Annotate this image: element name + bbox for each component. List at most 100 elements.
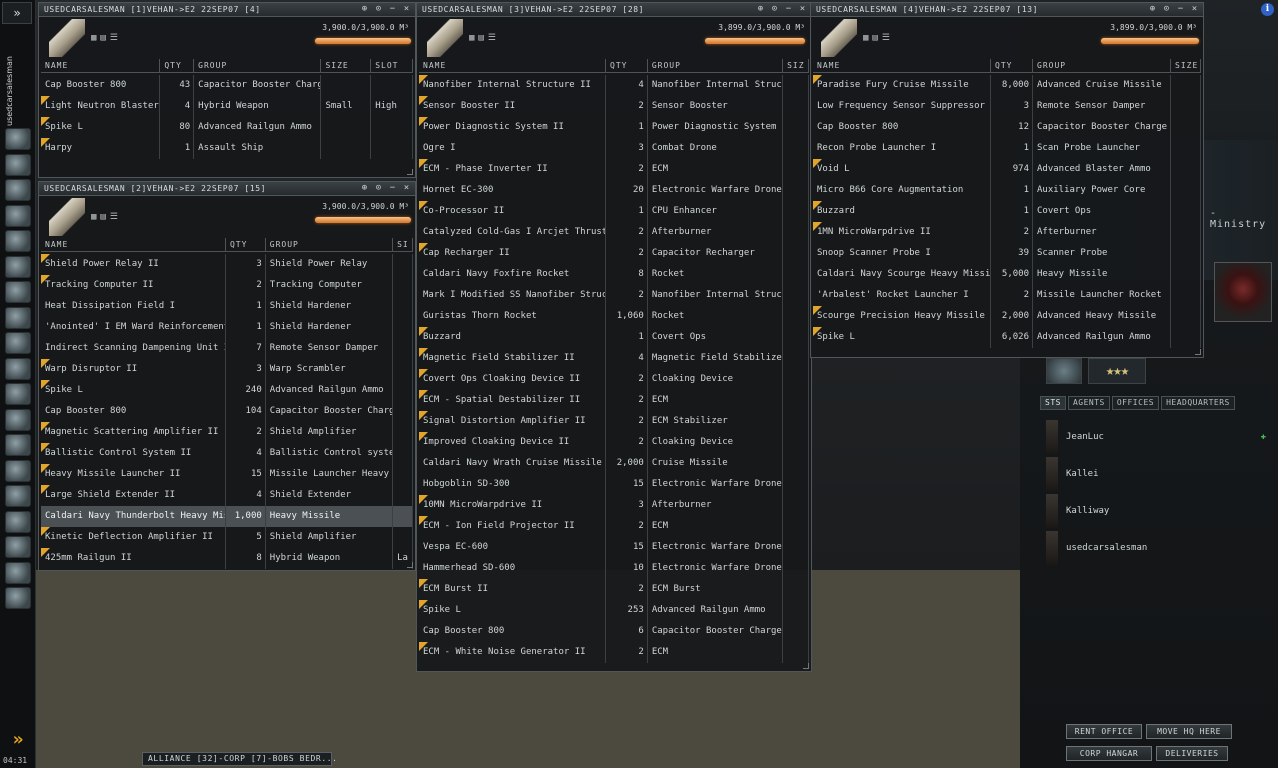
item-row[interactable]: Heat Dissipation Field I 1 Shield Hardener — [41, 296, 414, 317]
item-row[interactable]: Snoop Scanner Probe I 39 Scanner Probe — [813, 243, 1201, 264]
column-slot[interactable]: SLOT — [371, 59, 413, 72]
guest-row[interactable]: Kalliway — [1046, 492, 1276, 529]
pin-icon[interactable]: ⊕ — [359, 183, 370, 194]
window-title-bar[interactable]: USEDCARSALESMAN [4]VEHAN->E2 22SEP07 [13… — [811, 3, 1203, 17]
alliance-chat-tab[interactable]: ALLIANCE [32]-CORP [7]-BOBS BEDR... — [142, 752, 337, 766]
ships-icon[interactable] — [5, 332, 31, 354]
journal-icon[interactable] — [5, 408, 31, 431]
item-row[interactable]: Void L 974 Advanced Blaster Ammo — [813, 159, 1201, 180]
rent-office-button[interactable]: RENT OFFICE — [1066, 724, 1142, 739]
fitting-icon[interactable] — [5, 281, 31, 303]
item-row[interactable]: ECM - White Noise Generator II 2 ECM — [419, 642, 809, 663]
window-title-bar[interactable]: USEDCARSALESMAN [3]VEHAN->E2 22SEP07 [28… — [417, 3, 811, 17]
item-row[interactable]: ECM - Ion Field Projector II 2 ECM — [419, 516, 809, 537]
item-row[interactable]: Spike L 6,026 Advanced Railgun Ammo — [813, 327, 1201, 348]
resize-handle[interactable] — [803, 663, 809, 669]
collapse-icon[interactable]: − — [387, 183, 398, 194]
item-row[interactable]: ECM Burst II 2 ECM Burst — [419, 579, 809, 600]
column-group[interactable]: GROUP — [266, 238, 394, 251]
notepad-icon[interactable] — [5, 179, 31, 201]
item-row[interactable]: Harpy 1 Assault Ship — [41, 138, 413, 159]
column-group[interactable]: GROUP — [194, 59, 322, 72]
column-qty[interactable]: QTY — [226, 238, 266, 251]
tab-agents[interactable]: AGENTS — [1067, 396, 1110, 410]
item-row[interactable]: Guristas Thorn Rocket 1,060 Rocket — [419, 306, 809, 327]
guest-row[interactable]: Kallei — [1046, 455, 1276, 492]
guest-row[interactable]: JeanLuc ✚ — [1046, 418, 1276, 455]
assets-icon[interactable] — [5, 357, 31, 380]
collapse-icon[interactable]: − — [387, 4, 398, 15]
window-title-bar[interactable]: USEDCARSALESMAN [2]VEHAN->E2 22SEP07 [15… — [39, 182, 415, 196]
item-row[interactable]: Caldari Navy Wrath Cruise Missile 2,000 Cr… — [419, 453, 809, 474]
column-name[interactable]: NAME — [41, 59, 161, 72]
pin-icon[interactable]: ⊕ — [755, 4, 766, 15]
item-row[interactable]: Spike L 240 Advanced Railgun Ammo — [41, 380, 414, 401]
character-sheet-icon[interactable] — [5, 128, 31, 150]
collapse-icon[interactable]: − — [783, 4, 794, 15]
item-row[interactable]: Hobgoblin SD-300 15 Electronic Warfare Dro… — [419, 474, 809, 495]
corp-hangar-button[interactable]: CORP HANGAR — [1066, 746, 1152, 761]
item-row[interactable]: Signal Distortion Amplifier II 2 ECM Stabi… — [419, 411, 809, 432]
item-row[interactable]: Cap Booster 800 104 Capacitor Booster Char… — [41, 401, 414, 422]
view-mode-buttons[interactable]: ▦▤☰ — [91, 33, 122, 43]
item-row[interactable]: 'Anointed' I EM Ward Reinforcement 1 Shiel… — [41, 317, 414, 338]
starmap-icon[interactable] — [5, 306, 31, 329]
map-icon[interactable] — [5, 230, 31, 252]
item-row[interactable]: Vespa EC-600 15 Electronic Warfare Drone — [419, 537, 809, 558]
pin-icon[interactable]: ⊕ — [1147, 4, 1158, 15]
item-row[interactable]: Co-Processor II 1 CPU Enhancer — [419, 201, 809, 222]
item-row[interactable]: Improved Cloaking Device II 2 Cloaking Dev… — [419, 432, 809, 453]
science-icon[interactable] — [5, 383, 31, 405]
settings-icon[interactable] — [5, 459, 31, 482]
column-name[interactable]: NAME — [41, 238, 226, 251]
item-row[interactable]: 'Arbalest' Rocket Launcher I 2 Missile Lau… — [813, 285, 1201, 306]
item-row[interactable]: Caldari Navy Foxfire Rocket 8 Rocket — [419, 264, 809, 285]
item-row[interactable]: 425mm Railgun II 8 Hybrid Weapon La — [41, 548, 414, 569]
column-size[interactable]: SIZE — [321, 59, 372, 72]
item-row[interactable]: Cap Recharger II 2 Capacitor Recharger — [419, 243, 809, 264]
portrait-icon[interactable] — [5, 536, 31, 558]
column-group[interactable]: GROUP — [648, 59, 784, 72]
view-mode-buttons[interactable]: ▦▤☰ — [91, 212, 122, 222]
column-name[interactable]: NAME — [813, 59, 991, 72]
item-row[interactable]: Magnetic Scattering Amplifier II 2 Shield … — [41, 422, 414, 443]
item-row[interactable]: Large Shield Extender II 4 Shield Extender — [41, 485, 414, 506]
item-row[interactable]: 10MN MicroWarpdrive II 3 Afterburner — [419, 495, 809, 516]
drones-icon[interactable] — [5, 561, 31, 584]
info-icon[interactable]: i — [1261, 3, 1274, 16]
item-row[interactable]: Warp Disruptor II 3 Warp Scrambler — [41, 359, 414, 380]
column-qty[interactable]: QTY — [606, 59, 648, 72]
column-size[interactable]: SIZE — [1171, 59, 1201, 72]
item-row[interactable]: Mark I Modified SS Nanofiber Structure2N… — [419, 285, 809, 306]
tab-guests[interactable]: STS — [1040, 396, 1066, 410]
close-icon[interactable]: × — [401, 4, 412, 15]
item-row[interactable]: Spike L 80 Advanced Railgun Ammo — [41, 117, 413, 138]
item-row[interactable]: Cap Booster 800 6 Capacitor Booster Charge — [419, 621, 809, 642]
minimize-icon[interactable]: ⊙ — [1161, 4, 1172, 15]
close-icon[interactable]: × — [401, 183, 412, 194]
resize-handle[interactable] — [407, 562, 413, 568]
item-row[interactable]: Light Neutron Blaster II4Hybrid WeaponSm… — [41, 96, 413, 117]
item-row[interactable]: Magnetic Field Stabilizer II 4 Magnetic Fi… — [419, 348, 809, 369]
view-mode-buttons[interactable]: ▦▤☰ — [469, 33, 500, 43]
item-row[interactable]: Kinetic Deflection Amplifier II 5 Shield A… — [41, 527, 414, 548]
item-row[interactable]: Catalyzed Cold-Gas I Arcjet Thrusters 2 Af… — [419, 222, 809, 243]
deliveries-button[interactable]: DELIVERIES — [1156, 746, 1228, 761]
column-siz[interactable]: SIZ — [783, 59, 809, 72]
collapse-icon[interactable]: − — [1175, 4, 1186, 15]
item-row[interactable]: Heavy Missile Launcher II 15 Missile Launc… — [41, 464, 414, 485]
item-row[interactable]: Shield Power Relay II 3 Shield Power Relay — [41, 254, 414, 275]
item-row[interactable]: Ballistic Control System II 4 Ballistic Co… — [41, 443, 414, 464]
item-row[interactable]: Caldari Navy Thunderbolt Heavy Missile1,… — [41, 506, 414, 527]
item-row[interactable]: Spike L 253 Advanced Railgun Ammo — [419, 600, 809, 621]
close-icon[interactable]: × — [797, 4, 808, 15]
item-row[interactable]: Buzzard 1 Covert Ops — [813, 201, 1201, 222]
item-row[interactable]: ECM - Spatial Destabilizer II 2 ECM — [419, 390, 809, 411]
wallet-icon[interactable] — [5, 434, 31, 456]
column-name[interactable]: NAME — [419, 59, 607, 72]
resize-handle[interactable] — [1195, 349, 1201, 355]
minimize-icon[interactable]: ⊙ — [373, 183, 384, 194]
item-row[interactable]: Cap Booster 800 43 Capacitor Booster Charg… — [41, 75, 413, 96]
item-row[interactable]: Paradise Fury Cruise Missile 8,000 Advance… — [813, 75, 1201, 96]
resize-handle[interactable] — [407, 169, 413, 175]
